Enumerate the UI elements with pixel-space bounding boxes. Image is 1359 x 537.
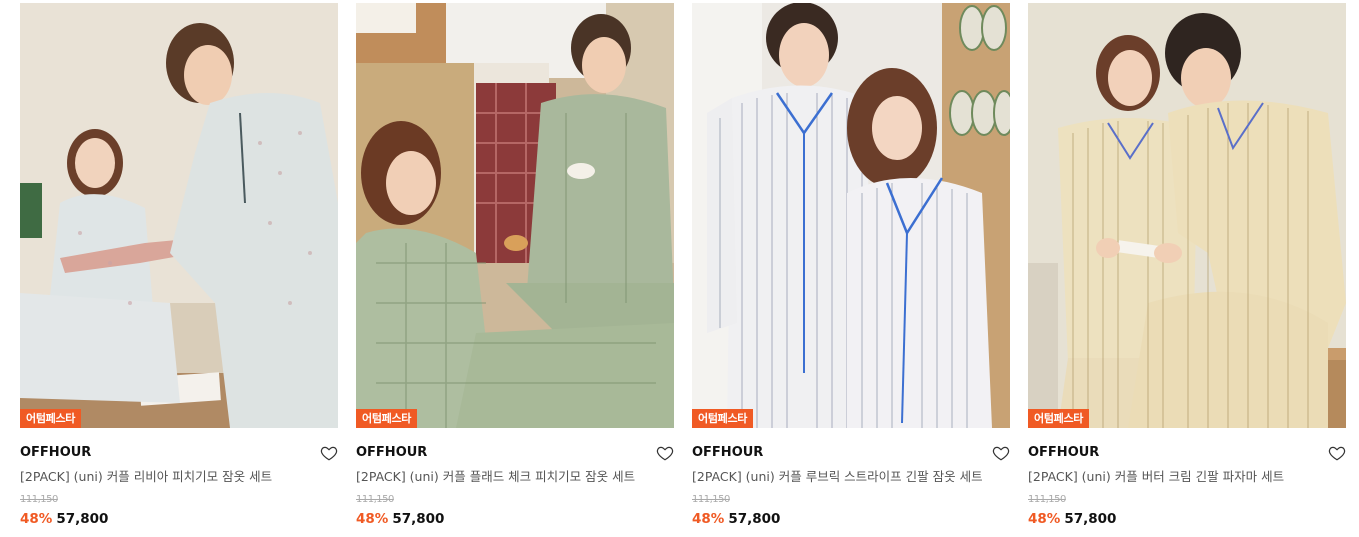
product-title[interactable]: [2PACK] (uni) 커플 플래드 체크 피치기모 잠옷 세트 [356,469,674,485]
product-title[interactable]: [2PACK] (uni) 커플 버터 크림 긴팔 파자마 세트 [1028,469,1346,485]
product-image[interactable]: 어텀페스타 [692,3,1010,428]
brand-row: OFFHOUR [692,442,1010,464]
brand-name[interactable]: OFFHOUR [356,442,427,464]
price-row: 48% 57,800 [20,511,338,527]
heart-outline-icon[interactable] [1328,444,1346,462]
product-card[interactable]: 어텀페스타 OFFHOUR [2PACK] (uni) 커플 루브릭 스트라이프… [692,3,1010,533]
sale-price: 57,800 [56,511,109,527]
heart-outline-icon[interactable] [656,444,674,462]
promo-badge: 어텀페스타 [356,409,418,428]
discount-rate: 48% [1028,511,1061,527]
discount-rate: 48% [20,511,53,527]
product-title[interactable]: [2PACK] (uni) 커플 루브릭 스트라이프 긴팔 잠옷 세트 [692,469,1010,485]
product-photo [1028,3,1346,428]
sale-price: 57,800 [392,511,445,527]
product-image[interactable]: 어텀페스타 [356,3,674,428]
sale-price: 57,800 [1064,511,1117,527]
price-row: 48% 57,800 [1028,511,1346,527]
original-price: 111,150 [356,494,394,505]
product-card[interactable]: 어텀페스타 OFFHOUR [2PACK] (uni) 커플 플래드 체크 피치… [356,3,674,533]
brand-row: OFFHOUR [1028,442,1346,464]
product-image[interactable]: 어텀페스타 [20,3,338,428]
discount-rate: 48% [356,511,389,527]
product-card[interactable]: 어텀페스타 OFFHOUR [2PACK] (uni) 커플 리비아 피치기모 … [20,3,338,533]
sale-price: 57,800 [728,511,781,527]
promo-badge: 어텀페스타 [1028,409,1090,428]
product-image[interactable]: 어텀페스타 [1028,3,1346,428]
original-price: 111,150 [20,494,58,505]
brand-row: OFFHOUR [356,442,674,464]
product-title[interactable]: [2PACK] (uni) 커플 리비아 피치기모 잠옷 세트 [20,469,338,485]
discount-rate: 48% [692,511,725,527]
product-grid: 어텀페스타 OFFHOUR [2PACK] (uni) 커플 리비아 피치기모 … [0,0,1359,537]
original-price: 111,150 [692,494,730,505]
heart-outline-icon[interactable] [992,444,1010,462]
promo-badge: 어텀페스타 [20,409,82,428]
brand-name[interactable]: OFFHOUR [20,442,91,464]
promo-badge: 어텀페스타 [692,409,754,428]
brand-name[interactable]: OFFHOUR [1028,442,1099,464]
price-row: 48% 57,800 [692,511,1010,527]
price-row: 48% 57,800 [356,511,674,527]
product-photo [20,3,338,428]
product-card[interactable]: 어텀페스타 OFFHOUR [2PACK] (uni) 커플 버터 크림 긴팔 … [1028,3,1346,533]
brand-name[interactable]: OFFHOUR [692,442,763,464]
heart-outline-icon[interactable] [320,444,338,462]
brand-row: OFFHOUR [20,442,338,464]
original-price: 111,150 [1028,494,1066,505]
product-photo [692,3,1010,428]
product-photo [356,3,674,428]
